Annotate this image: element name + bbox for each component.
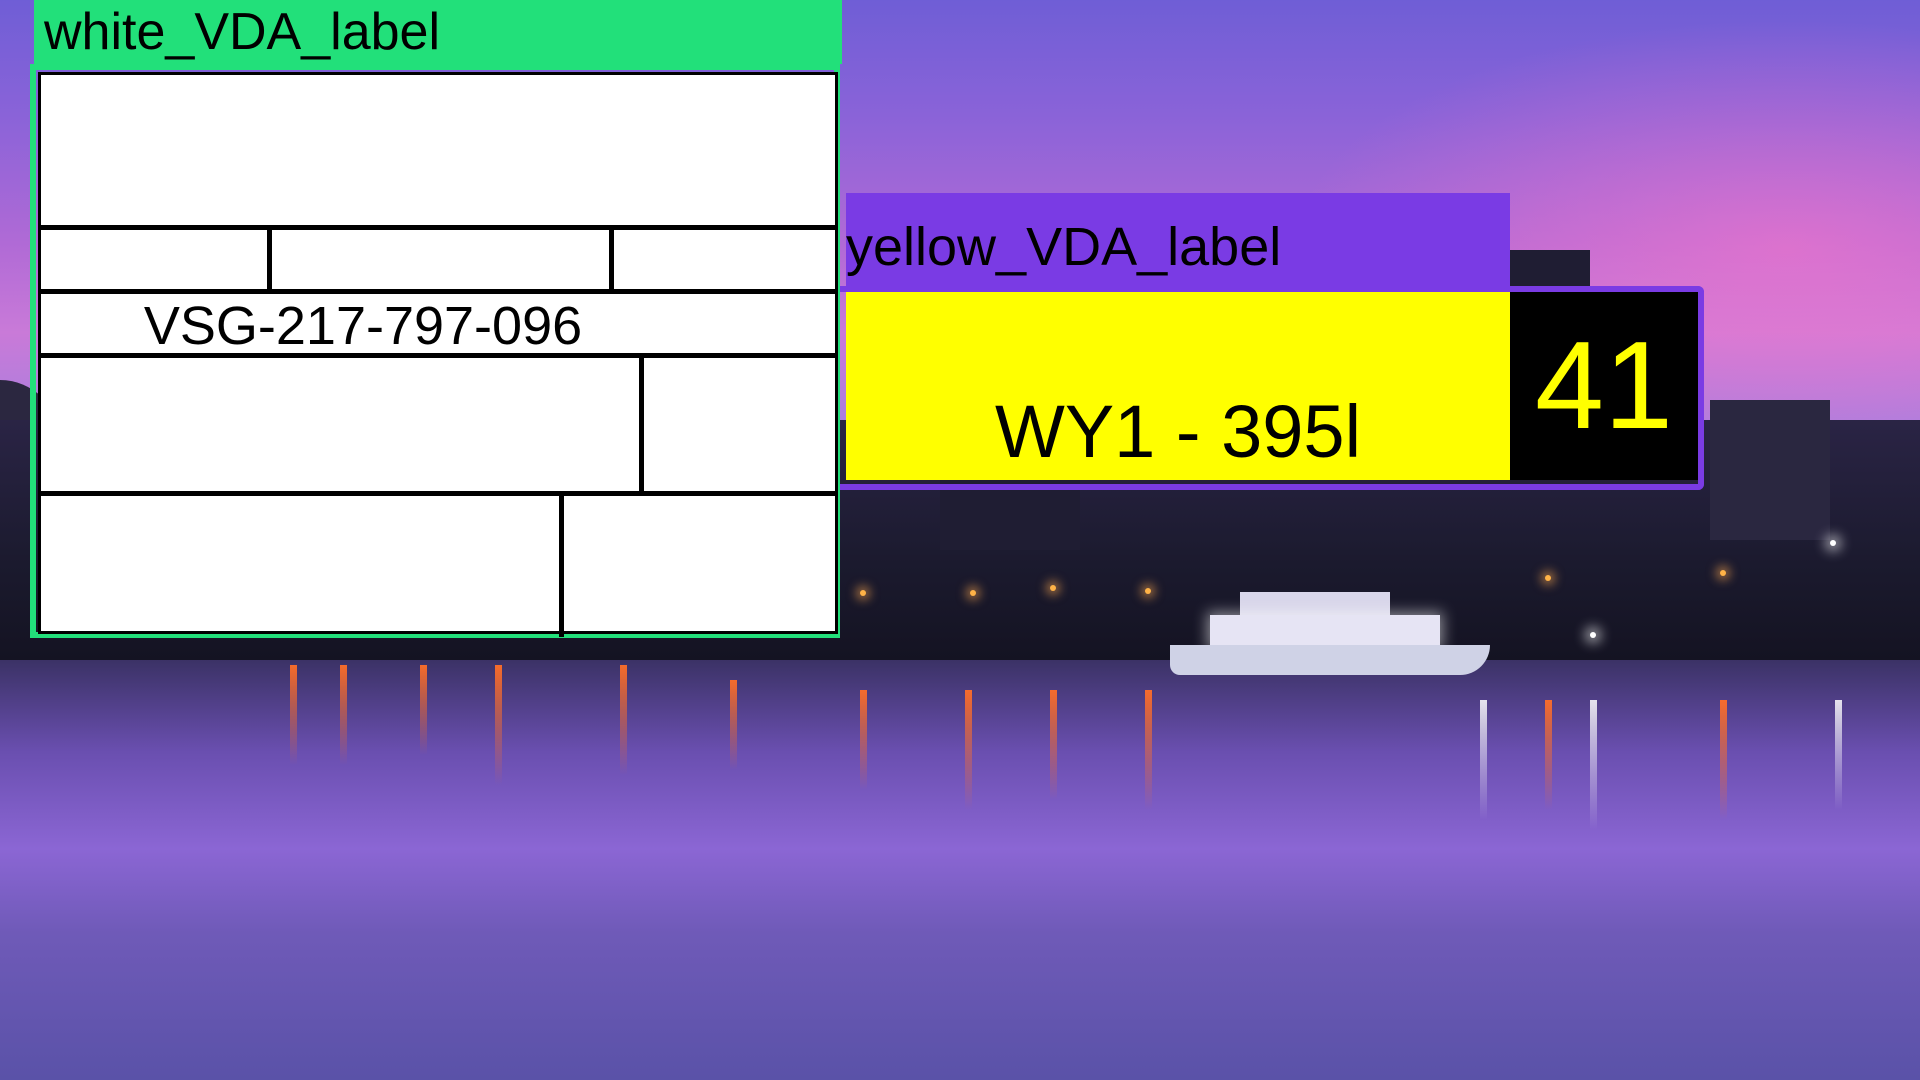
light-reflection bbox=[1545, 700, 1552, 810]
city-light bbox=[1720, 570, 1726, 576]
city-light bbox=[1830, 540, 1836, 546]
riverboat bbox=[1170, 590, 1490, 680]
river bbox=[0, 660, 1920, 1080]
light-reflection bbox=[620, 665, 627, 775]
light-reflection bbox=[1050, 690, 1057, 800]
label-grid-line bbox=[41, 225, 835, 230]
light-reflection bbox=[965, 690, 972, 810]
label-grid-line bbox=[41, 353, 835, 358]
riverboat-main-deck bbox=[1210, 615, 1440, 647]
yellow-label-plate: WY1 - 395l bbox=[994, 390, 1362, 473]
label-grid-line bbox=[41, 491, 835, 496]
light-reflection bbox=[1145, 690, 1152, 810]
city-light bbox=[860, 590, 866, 596]
label-grid-line bbox=[609, 225, 614, 291]
light-reflection bbox=[420, 665, 427, 755]
city-light bbox=[1545, 575, 1551, 581]
white-vda-label: VSG-217-797-096 bbox=[38, 72, 841, 637]
light-reflection bbox=[495, 665, 502, 785]
yellow-label-number: 41 bbox=[1510, 292, 1698, 480]
city-light bbox=[970, 590, 976, 596]
white-label-tag: white_VDA_label bbox=[34, 0, 842, 64]
light-reflection bbox=[1590, 700, 1597, 830]
light-reflection bbox=[1480, 700, 1487, 820]
hotel-building bbox=[1710, 400, 1830, 540]
city-light bbox=[1145, 588, 1151, 594]
light-reflection bbox=[340, 665, 347, 765]
riverboat-hull bbox=[1170, 645, 1490, 675]
city-light bbox=[1050, 585, 1056, 591]
label-grid-line bbox=[559, 491, 564, 637]
light-reflection bbox=[730, 680, 737, 770]
yellow-label-tag: yellow_VDA_label bbox=[846, 193, 1510, 289]
light-reflection bbox=[1720, 700, 1727, 820]
label-grid-line bbox=[639, 353, 644, 493]
building bbox=[940, 480, 1080, 550]
riverboat-top-deck bbox=[1240, 592, 1390, 616]
label-code: VSG-217-797-096 bbox=[143, 296, 583, 356]
label-code-field: VSG-217-797-096 bbox=[41, 297, 841, 355]
label-grid-line bbox=[267, 225, 272, 291]
label-grid-line bbox=[41, 289, 835, 294]
light-reflection bbox=[1835, 700, 1842, 810]
light-reflection bbox=[860, 690, 867, 790]
light-reflection bbox=[290, 665, 297, 765]
city-light bbox=[1590, 632, 1596, 638]
